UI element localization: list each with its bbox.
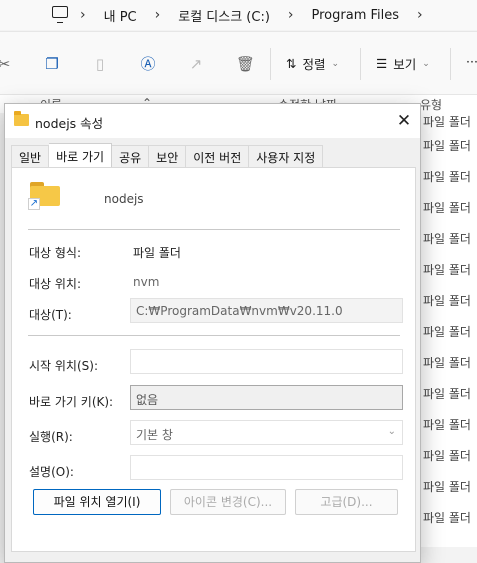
rename-icon[interactable]: Ⓐ bbox=[140, 56, 156, 72]
breadcrumb-local-disk[interactable]: 로컬 디스크 (C:) bbox=[168, 6, 280, 25]
target-label: 대상(T): bbox=[29, 308, 72, 322]
list-item-type[interactable]: 파일 폴더 bbox=[423, 230, 471, 247]
hotkey-field[interactable]: 없음 bbox=[130, 385, 403, 410]
change-icon-button[interactable]: 아이콘 변경(C)... bbox=[170, 489, 286, 515]
list-item-type[interactable]: 파일 폴더 bbox=[423, 261, 471, 278]
hotkey-label: 바로 가기 키(K): bbox=[29, 395, 114, 409]
view-icon: ☰ bbox=[376, 56, 388, 71]
advanced-button[interactable]: 고급(D)... bbox=[295, 489, 398, 515]
comment-field[interactable] bbox=[130, 455, 403, 480]
tab-strip: 일반 바로 가기 공유 보안 이전 버전 사용자 지정 bbox=[11, 143, 324, 167]
list-item-type[interactable]: 파일 폴더 bbox=[423, 416, 471, 433]
sort-button[interactable]: ⇅ 정렬 ⌄ bbox=[286, 54, 339, 73]
breadcrumb-program-files[interactable]: Program Files bbox=[302, 8, 410, 23]
list-item-type[interactable]: 파일 폴더 bbox=[423, 354, 471, 371]
dialog-title-bar[interactable]: nodejs 속성 ✕ bbox=[5, 104, 420, 138]
more-options-button[interactable]: ··· bbox=[466, 54, 477, 69]
chevron-right-icon: › bbox=[154, 7, 161, 23]
list-item-type[interactable]: 파일 폴더 bbox=[423, 137, 471, 154]
comment-label: 설명(O): bbox=[29, 465, 74, 479]
column-type[interactable]: 유형 bbox=[420, 96, 442, 113]
target-type-value: 파일 폴더 bbox=[133, 246, 181, 260]
address-bar[interactable]: › 내 PC › 로컬 디스크 (C:) › Program Files › bbox=[0, 0, 477, 30]
tab-previous-versions[interactable]: 이전 버전 bbox=[186, 145, 250, 167]
list-item-type[interactable]: 파일 폴더 bbox=[423, 509, 471, 526]
list-item-type[interactable]: 파일 폴더 bbox=[423, 113, 471, 130]
divider bbox=[28, 335, 400, 336]
delete-icon[interactable]: 🗑 bbox=[236, 56, 255, 72]
toolbar-divider bbox=[360, 48, 361, 80]
list-item-type[interactable]: 파일 폴더 bbox=[423, 199, 471, 216]
chevron-right-icon: › bbox=[417, 7, 423, 23]
list-item-type[interactable]: 파일 폴더 bbox=[423, 447, 471, 464]
tab-security[interactable]: 보안 bbox=[149, 145, 187, 167]
close-button[interactable]: ✕ bbox=[388, 104, 420, 138]
list-item-type[interactable]: 파일 폴더 bbox=[423, 292, 471, 309]
chevron-down-icon: ⌄ bbox=[387, 426, 396, 437]
view-label: 보기 bbox=[393, 57, 417, 72]
tab-shortcut[interactable]: 바로 가기 bbox=[49, 143, 113, 167]
tab-customize[interactable]: 사용자 지정 bbox=[249, 145, 324, 167]
properties-dialog: nodejs 속성 ✕ 일반 바로 가기 공유 보안 이전 버전 사용자 지정 … bbox=[4, 103, 421, 563]
chevron-down-icon: ⌄ bbox=[422, 58, 430, 69]
sort-icon: ⇅ bbox=[286, 56, 297, 71]
view-button[interactable]: ☰ 보기 ⌄ bbox=[376, 54, 430, 73]
shortcut-name: nodejs bbox=[104, 192, 144, 206]
cut-icon[interactable]: ✂ bbox=[0, 56, 12, 72]
folder-icon bbox=[14, 111, 29, 126]
target-type-label: 대상 형식: bbox=[29, 246, 82, 260]
dialog-title: nodejs 속성 bbox=[35, 116, 104, 131]
open-file-location-button[interactable]: 파일 위치 열기(I) bbox=[33, 489, 161, 515]
chevron-right-icon: › bbox=[80, 7, 86, 23]
divider bbox=[28, 229, 400, 230]
list-item-type[interactable]: 파일 폴더 bbox=[423, 478, 471, 495]
target-location-value: nvm bbox=[133, 275, 160, 289]
run-select-value: 기본 창 bbox=[136, 428, 173, 442]
toolbar-divider bbox=[450, 48, 451, 80]
shortcut-arrow-icon: ↗ bbox=[28, 198, 40, 210]
list-item-type[interactable]: 파일 폴더 bbox=[423, 323, 471, 340]
command-bar: ✂ ❐ ▯ Ⓐ ↗ 🗑 ⇅ 정렬 ⌄ ☰ 보기 ⌄ ··· bbox=[0, 31, 477, 95]
computer-icon bbox=[52, 6, 68, 23]
run-label: 실행(R): bbox=[29, 430, 73, 444]
chevron-down-icon: ⌄ bbox=[331, 58, 340, 69]
copy-icon[interactable]: ❐ bbox=[44, 56, 60, 72]
file-list-type-column: 파일 폴더 파일 폴더 파일 폴더 파일 폴더 파일 폴더 파일 폴더 파일 폴… bbox=[412, 113, 477, 547]
run-select[interactable]: 기본 창 ⌄ bbox=[130, 420, 403, 445]
start-in-label: 시작 위치(S): bbox=[29, 359, 98, 373]
breadcrumb-this-pc[interactable]: 내 PC bbox=[94, 6, 147, 25]
sort-label: 정렬 bbox=[302, 57, 326, 72]
tab-sharing[interactable]: 공유 bbox=[112, 145, 150, 167]
target-field[interactable]: C:₩ProgramData₩nvm₩v20.11.0 bbox=[130, 298, 403, 323]
paste-icon[interactable]: ▯ bbox=[92, 56, 108, 72]
list-item-type[interactable]: 파일 폴더 bbox=[423, 168, 471, 185]
share-icon[interactable]: ↗ bbox=[188, 56, 204, 72]
target-location-label: 대상 위치: bbox=[29, 277, 82, 291]
chevron-right-icon: › bbox=[287, 7, 294, 23]
start-in-field[interactable] bbox=[130, 349, 403, 374]
tab-general[interactable]: 일반 bbox=[11, 145, 50, 167]
list-item-type[interactable]: 파일 폴더 bbox=[423, 385, 471, 402]
toolbar-divider bbox=[270, 48, 271, 80]
